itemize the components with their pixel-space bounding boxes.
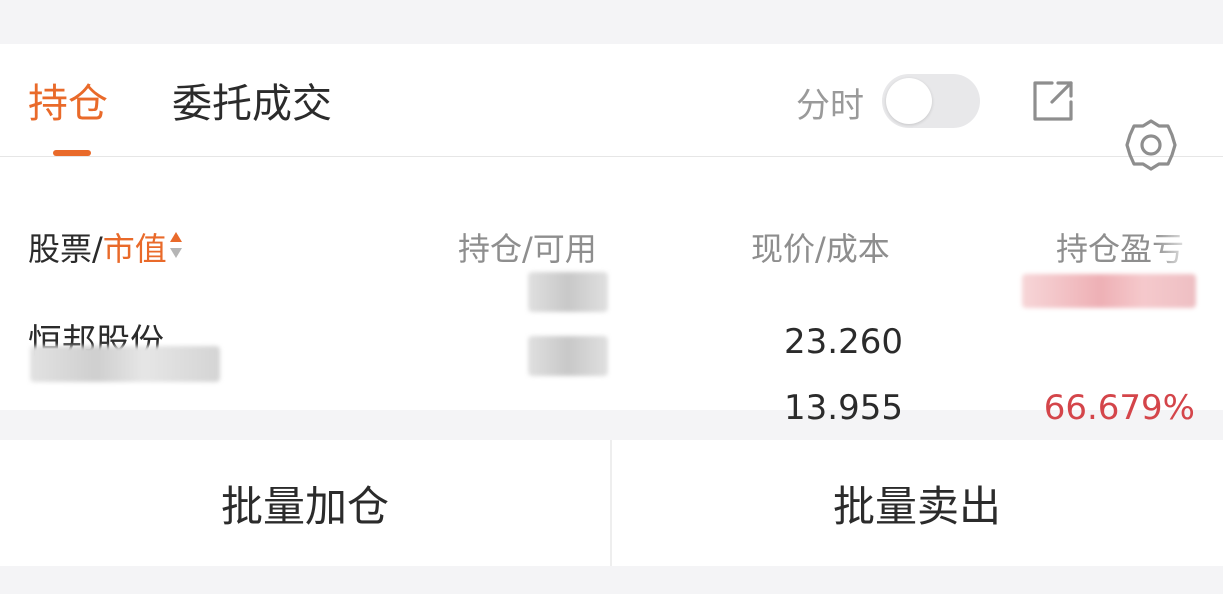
external-link-icon[interactable] xyxy=(1030,78,1076,124)
cost-price: 13.955 xyxy=(784,388,903,428)
available-qty-redacted xyxy=(528,336,608,376)
pnl-percent: 66.679% xyxy=(1043,388,1195,428)
batch-sell-button[interactable]: 批量卖出 xyxy=(612,440,1222,566)
batch-action-bar: 批量加仓 批量卖出 xyxy=(0,440,1223,566)
timeshare-toggle[interactable] xyxy=(882,74,980,128)
tab-bar: 持仓 委托成交 分时 xyxy=(0,44,1223,171)
sort-arrows-icon[interactable] xyxy=(169,230,183,268)
pnl-amount-redacted xyxy=(1022,274,1196,308)
column-header-stock[interactable]: 股票/市值 xyxy=(28,230,183,270)
column-header-separator: / xyxy=(92,230,103,268)
gear-icon[interactable] xyxy=(1124,118,1178,172)
column-header-position: 持仓/可用 xyxy=(458,230,597,268)
tab-positions[interactable]: 持仓 xyxy=(28,80,108,128)
market-value-redacted xyxy=(30,346,220,382)
toggle-knob xyxy=(886,78,932,124)
timeshare-label: 分时 xyxy=(796,86,864,126)
batch-add-button[interactable]: 批量加仓 xyxy=(0,440,610,566)
positions-card: 持仓 委托成交 分时 股票/市值 持仓/可用 现价/成本 持仓盈亏 恒邦股份 2… xyxy=(0,44,1223,428)
column-header-stock-label: 股票 xyxy=(28,230,93,268)
current-price: 23.260 xyxy=(784,322,903,362)
column-header-market-value: 市值 xyxy=(102,230,167,268)
position-qty-redacted xyxy=(528,272,608,312)
column-header-pnl: 持仓盈亏 xyxy=(1056,230,1185,268)
column-header-price: 现价/成本 xyxy=(751,230,890,268)
tab-orders[interactable]: 委托成交 xyxy=(172,80,332,128)
tab-active-indicator xyxy=(53,150,91,156)
